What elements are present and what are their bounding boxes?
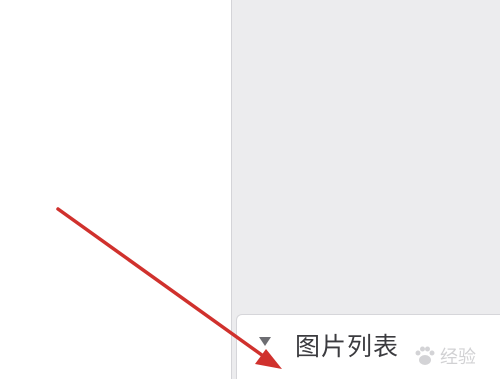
triangle-down-icon[interactable] (259, 337, 271, 346)
watermark: 经验 (414, 343, 494, 369)
watermark-text: 经验 (440, 347, 476, 368)
canvas-area (0, 0, 231, 379)
panel-title: 图片列表 (295, 332, 400, 361)
paw-icon (415, 346, 435, 365)
